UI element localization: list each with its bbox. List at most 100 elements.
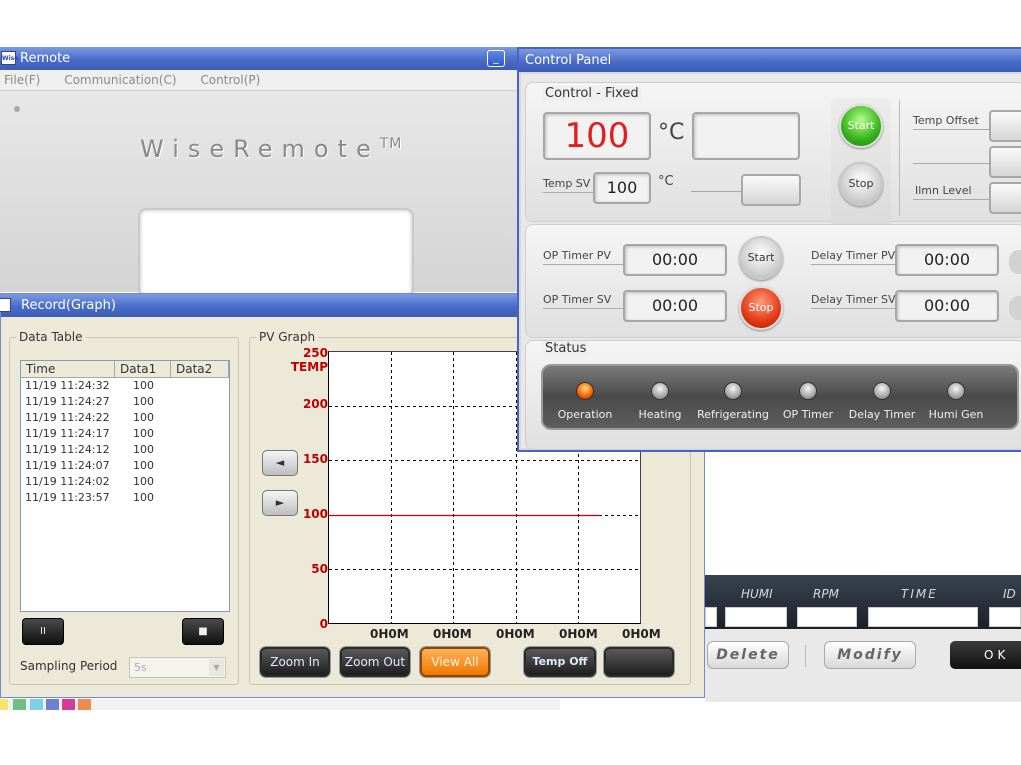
bottom-strip: [0, 699, 560, 710]
data-table[interactable]: Time Data1 Data2 11/19 11:24:32 100 11/19 …: [20, 360, 230, 612]
cell-data1: 100: [133, 475, 154, 488]
aux-sv-button[interactable]: [741, 174, 801, 206]
program-actions: Delete Modify OK: [705, 629, 1021, 702]
remote-menubar: File(F) Communication(C) Control(P): [0, 70, 520, 90]
table-row[interactable]: 11/19 11:23:57 100: [21, 490, 229, 506]
menu-file[interactable]: File(F): [4, 73, 40, 87]
temp-offset-input[interactable]: [989, 110, 1021, 142]
status-led-operation: [576, 382, 594, 400]
table-row[interactable]: 11/19 11:24:02 100: [21, 474, 229, 490]
program-data-panel: HUMI RPM TIME ID Delete Modify OK: [705, 452, 1021, 702]
scroll-right-button[interactable]: ►: [262, 490, 298, 516]
column-humi: HUMI: [741, 587, 773, 601]
stop-button[interactable]: Stop: [839, 162, 883, 206]
blank-offset-input[interactable]: [989, 146, 1021, 178]
remote-titlebar[interactable]: Wise Remote _: [0, 47, 520, 70]
status-led-op-timer: [799, 382, 817, 400]
cell-data1: 100: [133, 443, 154, 456]
minimize-button[interactable]: _: [487, 50, 505, 67]
app-icon: Wise: [1, 51, 18, 65]
chevron-down-icon[interactable]: ▼: [209, 659, 224, 676]
delay-timer-sv-label: Delay Timer SV: [811, 293, 896, 306]
cell-data2: [177, 426, 229, 442]
table-row[interactable]: 11/19 11:24:07 100: [21, 458, 229, 474]
col-data2[interactable]: Data2: [171, 361, 229, 377]
delay-timer-stop-button-edge[interactable]: [1009, 296, 1021, 320]
scroll-left-button[interactable]: ◄: [262, 450, 298, 476]
op-timer-sv-label: OP Timer SV: [543, 293, 612, 306]
column-time: TIME: [901, 587, 938, 601]
table-row[interactable]: 11/19 11:24:27 100: [21, 394, 229, 410]
table-row[interactable]: 11/19 11:24:22 100: [21, 410, 229, 426]
temp-sv-label: Temp SV: [543, 177, 591, 190]
blank-offset-underline: [913, 163, 989, 164]
delay-timer-pv-underline: [811, 264, 895, 265]
cell-time: 11/19 11:24:07: [25, 459, 110, 472]
delay-timer-sv-input[interactable]: 00:00: [895, 290, 999, 322]
x-tick-5: 0H0M: [622, 627, 661, 641]
sampling-period-select[interactable]: 5s ▼: [129, 657, 226, 678]
data-table-body: 11/19 11:24:32 100 11/19 11:24:27 100 11/19 …: [21, 378, 229, 506]
zoom-out-button[interactable]: Zoom Out: [340, 647, 410, 677]
section-divider: [899, 100, 900, 216]
op-timer-start-button[interactable]: Start: [739, 236, 783, 280]
control-panel-titlebar[interactable]: Control Panel: [519, 49, 1021, 72]
op-timer-stop-button[interactable]: Stop: [739, 286, 783, 330]
table-row[interactable]: 11/19 11:24:17 100: [21, 426, 229, 442]
program-header-strip: HUMI RPM TIME ID: [705, 575, 1021, 629]
field-rpm[interactable]: [797, 607, 857, 627]
delay-timer-pv-label: Delay Timer PV: [811, 249, 896, 262]
status-title: Status: [543, 341, 589, 356]
cell-data1: 100: [133, 459, 154, 472]
column-rpm: RPM: [813, 587, 839, 601]
status-indicator-bar: Operation Heating Refrigerating OP Timer Del…: [541, 364, 1019, 430]
device-screen: [138, 208, 414, 298]
temp-sv-input[interactable]: 100: [593, 172, 651, 204]
cell-data1: 100: [133, 427, 154, 440]
x-tick-4: 0H0M: [559, 627, 598, 641]
ilmn-level-input[interactable]: [989, 182, 1021, 214]
cell-data2: [177, 474, 229, 490]
y-tick-250: 250: [302, 346, 328, 360]
menu-communication[interactable]: Communication(C): [64, 73, 176, 87]
pause-button[interactable]: II: [22, 618, 64, 645]
cell-data2: [177, 394, 229, 410]
cell-time: 11/19 11:24:02: [25, 475, 110, 488]
modify-button[interactable]: Modify: [824, 641, 916, 669]
swatch-cyan: [30, 699, 43, 710]
temp-off-button[interactable]: Temp Off: [524, 647, 596, 677]
ok-button[interactable]: OK: [950, 641, 1021, 669]
cell-time: 11/19 11:24:32: [25, 379, 110, 392]
delay-timer-sv-underline: [811, 308, 895, 309]
delete-button[interactable]: Delete: [707, 641, 789, 669]
control-panel-window: Control Panel Control - Fixed 100 °C Tem…: [517, 47, 1021, 452]
status-label: Humi Gen: [928, 408, 984, 421]
stop-record-button[interactable]: ■: [182, 618, 224, 645]
data-table-label: Data Table: [16, 330, 86, 344]
op-timer-sv-input[interactable]: 00:00: [623, 290, 727, 322]
indicator-dot: [14, 106, 20, 112]
data-table-group: Data Table Time Data1 Data2 11/19 11:24:…: [9, 330, 239, 685]
record-window-icon: [0, 298, 11, 312]
field-humi[interactable]: [725, 607, 787, 627]
remote-body: WiseRemoteTM: [0, 90, 520, 298]
col-data1[interactable]: Data1: [115, 361, 171, 377]
field-prev[interactable]: [705, 607, 717, 627]
start-button[interactable]: Start: [839, 104, 883, 148]
table-row[interactable]: 11/19 11:24:32 100: [21, 378, 229, 394]
view-all-button[interactable]: View All: [420, 647, 490, 677]
field-id[interactable]: [989, 607, 1021, 627]
zoom-in-button[interactable]: Zoom In: [260, 647, 330, 677]
field-time[interactable]: [868, 607, 978, 627]
cell-data2: [177, 378, 229, 394]
menu-control[interactable]: Control(P): [200, 73, 260, 87]
temp-offset-underline: [913, 129, 989, 130]
control-panel-body: Control - Fixed 100 °C Temp SV 100 °C St…: [521, 74, 1021, 450]
divider: [805, 645, 806, 667]
table-row[interactable]: 11/19 11:24:12 100: [21, 442, 229, 458]
column-id: ID: [1003, 587, 1016, 601]
status-led-refrigerating: [724, 382, 742, 400]
blank-graph-button[interactable]: [604, 647, 674, 677]
col-time[interactable]: Time: [21, 361, 115, 377]
delay-timer-start-button-edge[interactable]: [1009, 250, 1021, 274]
